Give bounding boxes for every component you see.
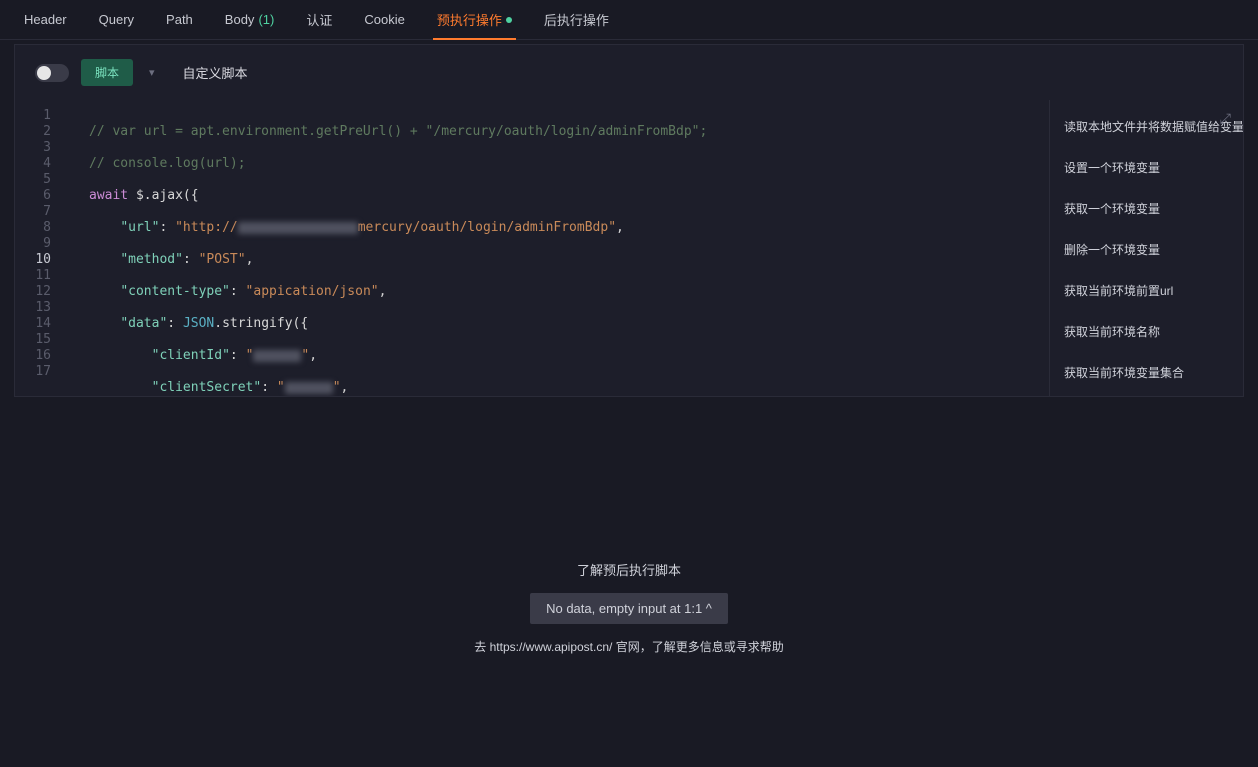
script-toolbar: 脚本 ▾ 自定义脚本 — [14, 44, 1244, 100]
expand-icon[interactable]: ⤢ — [1220, 110, 1231, 127]
tab-cookie[interactable]: Cookie — [348, 0, 420, 40]
snippet-panel: 读取本地文件并将数据赋值给变量 设置一个环境变量 获取一个环境变量 删除一个环境… — [1049, 100, 1243, 396]
learn-script-link[interactable]: 了解预后执行脚本 — [577, 560, 681, 579]
script-type-button[interactable]: 脚本 — [81, 59, 133, 86]
editor-area: 1234567891011121314151617 // var url = a… — [14, 100, 1244, 397]
code-editor[interactable]: 1234567891011121314151617 // var url = a… — [15, 100, 1049, 396]
tab-header[interactable]: Header — [8, 0, 83, 40]
error-message: No data, empty input at 1:1 ^ — [530, 593, 728, 624]
tab-pre-request[interactable]: 预执行操作 — [421, 0, 528, 40]
code-body[interactable]: // var url = apt.environment.getPreUrl()… — [65, 108, 1049, 388]
modified-dot-icon — [506, 17, 512, 23]
tab-query[interactable]: Query — [83, 0, 150, 40]
snippet-get-env[interactable]: 获取一个环境变量 — [1050, 188, 1243, 229]
snippet-get-env-vars[interactable]: 获取当前环境变量集合 — [1050, 352, 1243, 393]
tab-post-request[interactable]: 后执行操作 — [528, 0, 625, 40]
snippet-delete-env[interactable]: 删除一个环境变量 — [1050, 229, 1243, 270]
line-gutter: 1234567891011121314151617 — [15, 108, 65, 388]
tab-body[interactable]: Body(1) — [209, 0, 291, 40]
snippet-read-file[interactable]: 读取本地文件并将数据赋值给变量 — [1050, 106, 1243, 147]
tab-path[interactable]: Path — [150, 0, 209, 40]
snippet-set-env[interactable]: 设置一个环境变量 — [1050, 147, 1243, 188]
snippet-get-env-name[interactable]: 获取当前环境名称 — [1050, 311, 1243, 352]
snippet-get-pre-url[interactable]: 获取当前环境前置url — [1050, 270, 1243, 311]
request-tabs: Header Query Path Body(1) 认证 Cookie 预执行操… — [0, 0, 1258, 40]
response-panel: 了解预后执行脚本 No data, empty input at 1:1 ^ 去… — [0, 560, 1258, 655]
help-link[interactable]: 去 https://www.apipost.cn/ 官网，了解更多信息或寻求帮助 — [474, 638, 783, 655]
chevron-down-icon[interactable]: ▾ — [145, 62, 159, 83]
tab-auth[interactable]: 认证 — [290, 0, 348, 40]
script-toggle[interactable] — [35, 64, 69, 82]
script-subtitle: 自定义脚本 — [183, 63, 248, 82]
